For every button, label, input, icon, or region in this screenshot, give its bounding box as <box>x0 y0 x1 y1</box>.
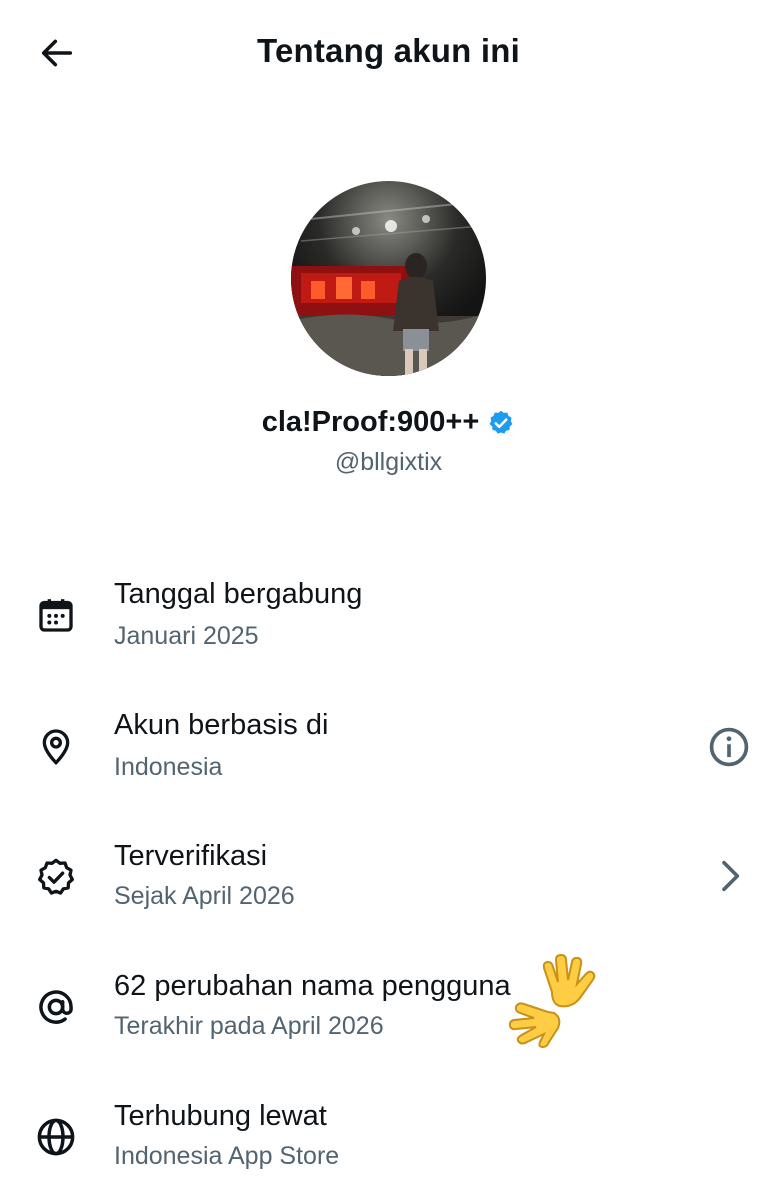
chevron-button[interactable] <box>705 852 753 900</box>
location-pin-icon <box>33 723 79 769</box>
info-row-connected-via: Terhubung lewat Indonesia App Store <box>0 1094 777 1204</box>
page-title: Tentang akun ini <box>257 32 520 69</box>
row-title: Akun berbasis di <box>114 709 329 741</box>
row-title: Terhubung lewat <box>114 1100 327 1132</box>
info-row-verified[interactable]: Terverifikasi Sejak April 2026 <box>0 834 777 944</box>
calendar-icon <box>33 592 79 638</box>
row-subtitle: Indonesia <box>114 753 223 781</box>
row-subtitle: Terakhir pada April 2026 <box>114 1012 384 1040</box>
top-bar: Tentang akun ini <box>0 0 777 104</box>
verified-badge-icon <box>489 410 513 434</box>
at-sign-icon <box>33 984 79 1030</box>
row-subtitle: Januari 2025 <box>114 622 259 650</box>
chevron-right-icon <box>722 860 740 892</box>
verified-check-icon <box>33 854 79 900</box>
row-title: Terverifikasi <box>114 840 268 872</box>
row-subtitle: Indonesia App Store <box>114 1142 340 1170</box>
info-row-location[interactable]: Akun berbasis di Indonesia <box>0 703 777 813</box>
waving-hands-icon <box>506 952 598 1049</box>
info-row-username-changes: 62 perubahan nama pengguna Terakhir pada… <box>0 964 777 1074</box>
row-title: Tanggal bergabung <box>114 578 363 610</box>
row-title: 62 perubahan nama pengguna <box>114 970 511 1002</box>
row-subtitle: Sejak April 2026 <box>114 882 295 910</box>
info-icon <box>709 727 749 767</box>
globe-icon <box>33 1114 79 1160</box>
info-row-join-date: Tanggal bergabung Januari 2025 <box>0 572 777 682</box>
avatar <box>291 181 486 376</box>
display-name-row: cla!Proof:900++ <box>0 406 777 439</box>
info-button[interactable] <box>705 723 753 771</box>
username-handle: @bllgixtix <box>334 448 443 476</box>
display-name: cla!Proof:900++ <box>261 406 480 438</box>
